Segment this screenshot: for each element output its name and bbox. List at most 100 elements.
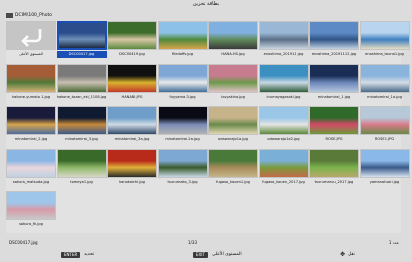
file-thumbnail[interactable]: fugaso_kouen1.jpg	[208, 148, 258, 186]
thumbnail-image	[359, 106, 410, 135]
file-name-label: minatomirai_2.jpg	[14, 137, 48, 141]
thumbnail-image	[208, 148, 258, 178]
current-filename: DSC00417.jpg	[9, 240, 38, 245]
file-thumbnail[interactable]: enoshima_20191112.jpg	[309, 21, 359, 58]
thumbnail-image	[6, 63, 56, 93]
file-name-label: ROSE.JPG	[325, 137, 343, 141]
thumbnail-image	[157, 148, 208, 178]
file-name-label: tsurumako_3.jpg	[167, 179, 198, 184]
thumbnail-image	[56, 63, 107, 93]
file-thumbnail[interactable]: tsurumako_3.jpg	[157, 148, 208, 186]
thumbnail-image	[157, 106, 208, 135]
file-thumbnail[interactable]: DSC00417.jpg	[56, 21, 107, 58]
file-thumbnail[interactable]: minatomirai_3.jpg	[56, 106, 107, 143]
dpad-icon: ✥	[340, 251, 346, 258]
file-name-label: fuyyama-3.jpg	[169, 94, 196, 99]
file-name-label: minatomirai_1.jpg	[317, 94, 351, 99]
file-thumbnail[interactable]: sakura_matsuda.jpg	[6, 148, 56, 186]
file-thumbnail[interactable]: minatomirai_1.jpg	[309, 63, 359, 101]
file-name-label: enoshima_touna1.jpg	[365, 52, 404, 56]
thumbnail-image	[157, 63, 208, 93]
file-thumbnail[interactable]: izuyakina.jpg	[208, 63, 258, 101]
file-name-label: hakone-yumoto 1.jpg	[11, 94, 51, 99]
file-name-label: enoshima_201911.jpg	[263, 52, 304, 56]
thumbnail-image	[56, 106, 107, 135]
thumbnail-image	[309, 63, 359, 93]
thumbnail-image	[107, 21, 157, 50]
thumbnail-image	[107, 148, 157, 178]
enter-key[interactable]: ENTER	[61, 252, 81, 258]
file-thumbnail[interactable]: minatomirai_2.jpg	[6, 106, 56, 143]
file-name-label: hakone_tozan_eki_1108.jpg	[56, 94, 107, 99]
file-thumbnail[interactable]: fuyyama-3.jpg	[157, 63, 208, 101]
thumbnail-image	[309, 21, 359, 50]
file-name-label: HANA-HS.jpg	[221, 52, 245, 56]
thumbnail-image	[309, 148, 359, 178]
thumbnail-image	[56, 148, 107, 178]
file-thumbnail[interactable]: odawarajo1a2.jpg	[258, 106, 309, 143]
thumbnail-image	[208, 106, 258, 135]
file-thumbnail[interactable]: enoshima_201911.jpg	[258, 21, 309, 58]
file-thumbnail[interactable]: enoshima_touna1.jpg	[359, 21, 410, 58]
file-name-label: inumayagasaki.jpg	[266, 94, 301, 99]
enter-hint: تحديد	[84, 252, 95, 257]
file-thumbnail[interactable]: fliedoffs.jpg	[157, 21, 208, 58]
thumbnail-image	[258, 148, 309, 178]
file-thumbnail[interactable]: minatomirai_3a.jpg	[107, 106, 157, 143]
file-thumbnail[interactable]: ROSE1.JPG	[359, 106, 410, 143]
up-arrow-icon	[6, 21, 56, 50]
exit-key[interactable]: EXIT	[193, 252, 208, 258]
file-position: 1/33	[188, 240, 197, 245]
file-name-label: yamanotuari.jpg	[369, 179, 400, 184]
file-name-label: kanokoichi.jpg	[119, 179, 145, 184]
thumbnail-image	[107, 106, 157, 135]
file-thumbnail[interactable]: hakone_tozan_eki_1108.jpg	[56, 63, 107, 101]
file-thumbnail[interactable]: minatomirai-2a.jpg	[157, 106, 208, 143]
thumbnail-image	[157, 21, 208, 50]
file-thumbnail[interactable]: hakone-yumoto 1.jpg	[6, 63, 56, 101]
thumbnail-image	[208, 21, 258, 50]
file-name-label: tomeyo1.jpg	[70, 179, 93, 184]
file-thumbnail[interactable]: HANA-HS.jpg	[208, 21, 258, 58]
thumbnail-image	[6, 191, 56, 220]
file-thumbnail[interactable]: ROSE.JPG	[309, 106, 359, 143]
file-thumbnail[interactable]: yamanotuari.jpg	[359, 148, 410, 186]
selection-count: 1 عدد	[388, 240, 399, 245]
file-name-label: DSC00417.jpg	[56, 51, 107, 58]
file-thumbnail[interactable]: HANABI.JPG	[107, 63, 157, 101]
file-thumbnail[interactable]: sakura_fk.jpg	[6, 191, 56, 228]
file-name-label: fugaso_kouen1.jpg	[216, 179, 250, 184]
file-name-label: fugaso_kouen_2017.jpg	[262, 179, 305, 184]
thumbnail-image	[258, 106, 309, 135]
current-path: DCIM\100_Photo	[15, 13, 53, 18]
exit-hint: المستوى الأعلى	[212, 252, 242, 257]
thumbnail-image	[258, 21, 309, 50]
file-thumbnail[interactable]: kanokoichi.jpg	[107, 148, 157, 186]
file-thumbnail[interactable]: DSC00419.jpg	[107, 21, 157, 58]
file-name-label: fliedoffs.jpg	[171, 52, 193, 56]
file-name-label: DSC00419.jpg	[119, 52, 145, 56]
file-name-label: sakura_fk.jpg	[19, 222, 43, 226]
thumbnail-image	[359, 21, 410, 50]
file-name-label: HANABI.JPG	[121, 94, 143, 99]
file-name-label: minatomirai_3a.jpg	[114, 137, 150, 141]
thumbnail-grid: المستوى الأعلى DSC00417.jpg DSC00419.jpg f…	[6, 21, 410, 233]
path-bar: DCIM\100_Photo	[6, 11, 401, 20]
nav-bar: ENTER تحديد EXIT المستوى الأعلى ✥ نقل	[0, 249, 412, 261]
thumbnail-image	[309, 106, 359, 135]
file-name-label: odawarajo1a.jpg	[218, 137, 248, 141]
window-title: بطاقة تخزين	[192, 1, 220, 7]
file-thumbnail[interactable]: odawarajo1a.jpg	[208, 106, 258, 143]
thumbnail-image	[208, 63, 258, 93]
go-up-item[interactable]: المستوى الأعلى	[6, 21, 56, 58]
thumbnail-image	[359, 148, 410, 178]
file-thumbnail[interactable]: inumayagasaki.jpg	[258, 63, 309, 101]
thumbnail-image	[359, 63, 410, 93]
file-name-label: minatomirai-2a.jpg	[165, 137, 200, 141]
file-thumbnail[interactable]: fugaso_kouen_2017.jpg	[258, 148, 309, 186]
file-thumbnail[interactable]: tsurumaruu_2017.jpg	[309, 148, 359, 186]
file-thumbnail[interactable]: minatomirai_1a.jpg	[359, 63, 410, 101]
file-thumbnail[interactable]: tomeyo1.jpg	[56, 148, 107, 186]
file-name-label: enoshima_20191112.jpg	[311, 52, 357, 56]
thumbnail-image	[107, 63, 157, 93]
